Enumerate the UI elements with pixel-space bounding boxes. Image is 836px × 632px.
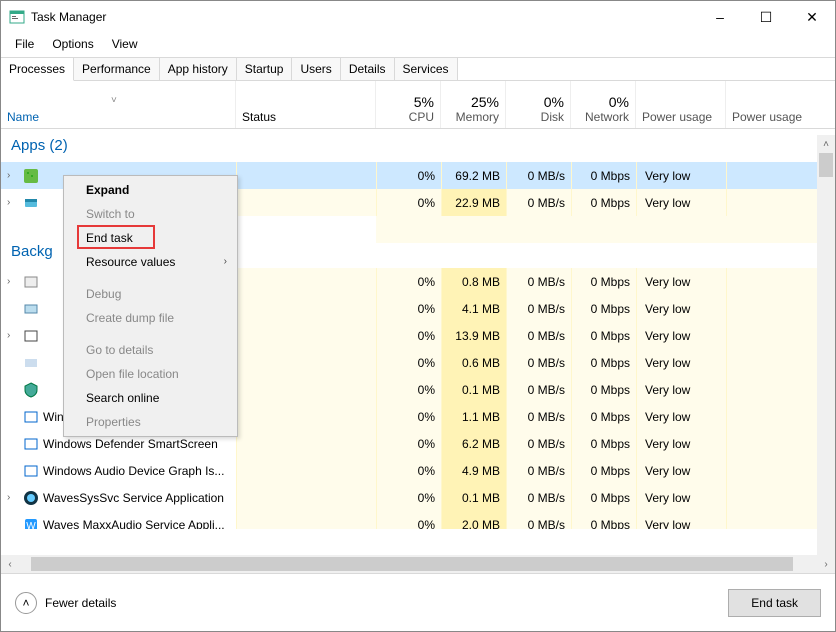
disk-cell: 0 MB/s <box>506 162 571 189</box>
process-name: WavesSysSvc Service Application <box>43 491 224 505</box>
ctx-debug: Debug <box>64 282 237 306</box>
header-network-label: Network <box>577 110 629 124</box>
titlebar: Task Manager – ☐ ✕ <box>1 1 835 33</box>
column-headers: ˅ Name Status 5% CPU 25% Memory 0% Disk … <box>1 81 835 129</box>
scroll-left-icon[interactable]: ‹ <box>1 555 19 573</box>
cpu-cell: 0% <box>376 189 441 216</box>
horizontal-scrollbar[interactable]: ‹ › <box>1 555 835 573</box>
header-power-usage-trend-label: Power usage <box>732 110 829 124</box>
memory-cell: 69.2 MB <box>441 162 506 189</box>
header-memory-label: Memory <box>447 110 499 124</box>
process-icon <box>23 409 39 425</box>
disk-cell: 0 MB/s <box>506 189 571 216</box>
menubar: File Options View <box>1 33 835 58</box>
ctx-open-file-location: Open file location <box>64 362 237 386</box>
ctx-go-to-details: Go to details <box>64 338 237 362</box>
process-name: Windows Audio Device Graph Is... <box>43 464 224 478</box>
process-name: Windows Defender SmartScreen <box>43 437 218 451</box>
expand-icon[interactable]: › <box>7 276 19 287</box>
header-cpu[interactable]: 5% CPU <box>376 81 441 128</box>
header-status[interactable]: Status <box>236 81 376 128</box>
process-icon <box>23 463 39 479</box>
power-cell: Very low <box>636 189 726 216</box>
process-icon <box>23 355 39 371</box>
fewer-details-button[interactable]: ˄ Fewer details <box>15 592 116 614</box>
process-icon <box>23 301 39 317</box>
ctx-search-online[interactable]: Search online <box>64 386 237 410</box>
minimize-button[interactable]: – <box>697 1 743 33</box>
table-row[interactable]: ›WWaves MaxxAudio Service Appli... 0%2.0… <box>1 511 835 529</box>
context-menu: Expand Switch to End task Resource value… <box>63 175 238 437</box>
network-cell: 0 Mbps <box>571 162 636 189</box>
end-task-button[interactable]: End task <box>728 589 821 617</box>
table-row[interactable]: ›Windows Audio Device Graph Is... 0%4.9 … <box>1 457 835 484</box>
header-network[interactable]: 0% Network <box>571 81 636 128</box>
header-disk[interactable]: 0% Disk <box>506 81 571 128</box>
close-button[interactable]: ✕ <box>789 1 835 33</box>
ctx-end-task[interactable]: End task <box>64 226 237 250</box>
vertical-scrollbar[interactable]: ˄ <box>817 135 835 555</box>
scroll-thumb[interactable] <box>31 557 793 571</box>
menu-view[interactable]: View <box>104 35 146 53</box>
header-power-usage-trend[interactable]: Power usage <box>726 81 835 128</box>
group-apps[interactable]: Apps (2) <box>1 129 835 162</box>
menu-file[interactable]: File <box>7 35 42 53</box>
submenu-arrow-icon: › <box>224 256 227 267</box>
header-memory-value: 25% <box>447 94 499 110</box>
scroll-thumb[interactable] <box>819 153 833 177</box>
tab-app-history[interactable]: App history <box>160 58 237 80</box>
footer: ˄ Fewer details End task <box>1 573 835 631</box>
expand-icon[interactable]: › <box>7 197 19 208</box>
process-icon <box>23 168 39 184</box>
tab-performance[interactable]: Performance <box>74 58 160 80</box>
app-icon <box>9 9 25 25</box>
expand-icon[interactable]: › <box>7 492 19 503</box>
window-controls: – ☐ ✕ <box>697 1 835 33</box>
process-icon <box>23 195 39 211</box>
header-disk-label: Disk <box>512 110 564 124</box>
tabbar: Processes Performance App history Startu… <box>1 58 835 81</box>
scroll-up-icon[interactable]: ˄ <box>817 135 835 153</box>
header-name[interactable]: Name <box>1 81 236 128</box>
memory-cell: 22.9 MB <box>441 189 506 216</box>
ctx-properties: Properties <box>64 410 237 434</box>
header-cpu-value: 5% <box>382 94 434 110</box>
header-power-usage-label: Power usage <box>642 110 719 124</box>
header-cpu-label: CPU <box>382 110 434 124</box>
svg-text:W: W <box>26 521 36 530</box>
process-icon <box>23 274 39 290</box>
scroll-right-icon[interactable]: › <box>817 555 835 573</box>
table-row[interactable]: ›WavesSysSvc Service Application 0%0.1 M… <box>1 484 835 511</box>
network-cell: 0 Mbps <box>571 189 636 216</box>
process-name: Waves MaxxAudio Service Appli... <box>43 518 225 530</box>
tab-startup[interactable]: Startup <box>237 58 293 80</box>
ctx-resource-values[interactable]: Resource values› <box>64 250 237 274</box>
expand-icon[interactable]: › <box>7 330 19 341</box>
ctx-expand[interactable]: Expand <box>64 178 237 202</box>
sort-indicator-icon: ˅ <box>111 95 117 106</box>
fewer-details-label: Fewer details <box>45 596 116 610</box>
collapse-icon: ˄ <box>15 592 37 614</box>
tab-services[interactable]: Services <box>395 58 458 80</box>
process-icon <box>23 490 39 506</box>
cpu-cell: 0% <box>376 162 441 189</box>
tab-processes[interactable]: Processes <box>1 58 74 81</box>
menu-options[interactable]: Options <box>44 35 101 53</box>
process-icon <box>23 436 39 452</box>
header-disk-value: 0% <box>512 94 564 110</box>
tab-details[interactable]: Details <box>341 58 395 80</box>
process-icon <box>23 328 39 344</box>
header-memory[interactable]: 25% Memory <box>441 81 506 128</box>
process-icon <box>23 382 39 398</box>
window-title: Task Manager <box>31 10 697 24</box>
header-network-value: 0% <box>577 94 629 110</box>
power-cell: Very low <box>636 162 726 189</box>
ctx-switch-to: Switch to <box>64 202 237 226</box>
process-icon: W <box>23 517 39 530</box>
maximize-button[interactable]: ☐ <box>743 1 789 33</box>
header-power-usage[interactable]: Power usage <box>636 81 726 128</box>
expand-icon[interactable]: › <box>7 170 19 181</box>
tab-users[interactable]: Users <box>292 58 340 80</box>
ctx-create-dump: Create dump file <box>64 306 237 330</box>
